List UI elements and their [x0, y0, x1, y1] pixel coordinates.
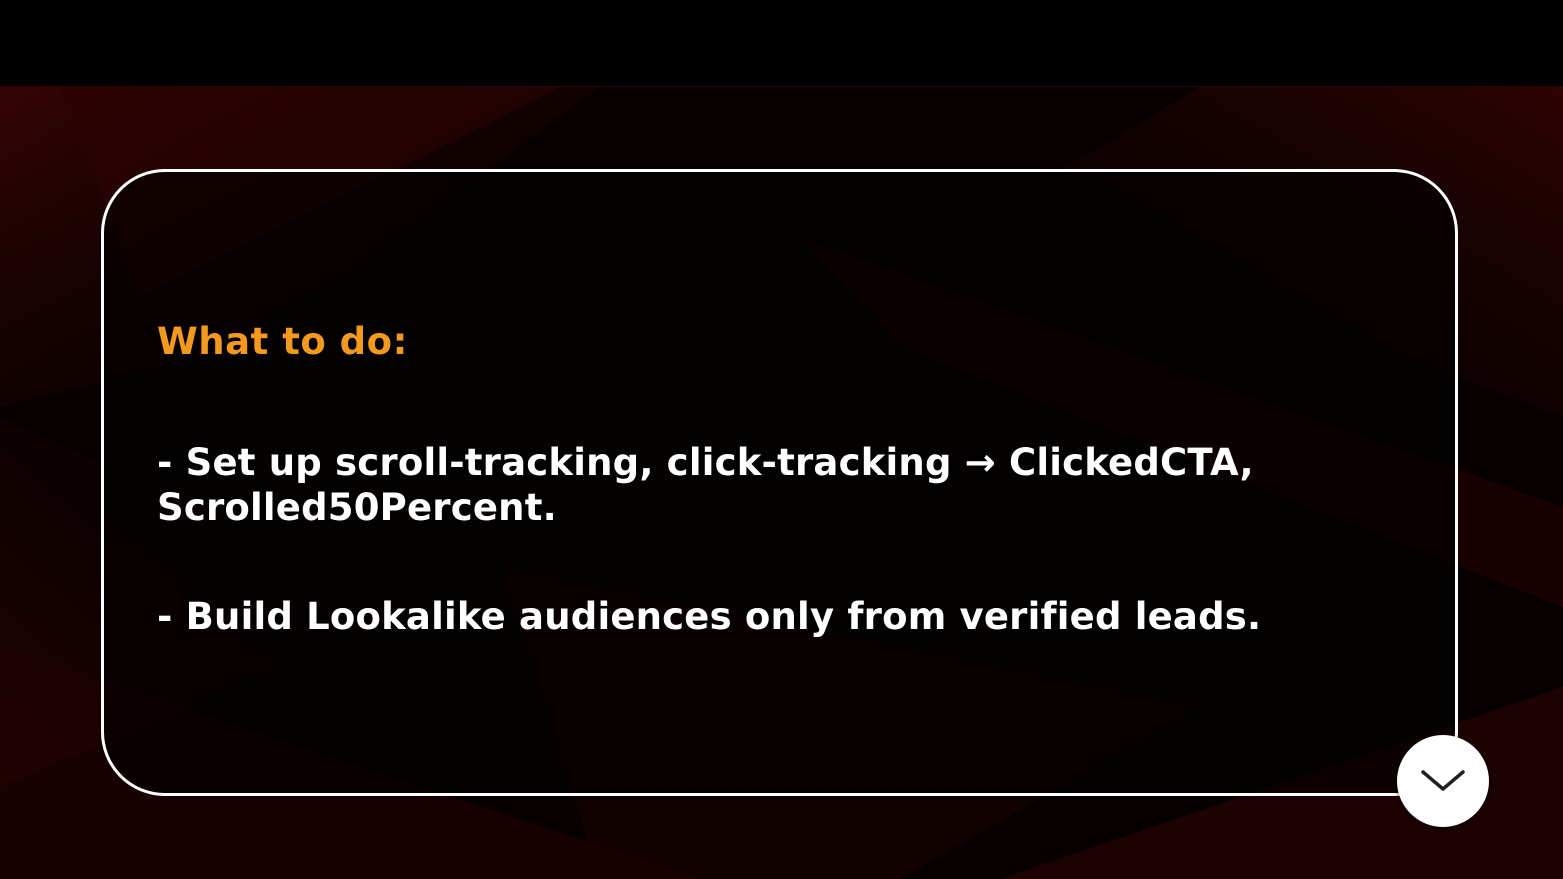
top-bar: [0, 0, 1563, 87]
scroll-down-button[interactable]: [1397, 735, 1489, 827]
bullet-item-tracking: - Set up scroll-tracking, click-tracking…: [157, 441, 1254, 529]
section-heading: What to do:: [157, 320, 408, 363]
chevron-down-icon: [1421, 770, 1465, 791]
bullet-item-lookalike: - Build Lookalike audiences only from ve…: [157, 595, 1262, 638]
